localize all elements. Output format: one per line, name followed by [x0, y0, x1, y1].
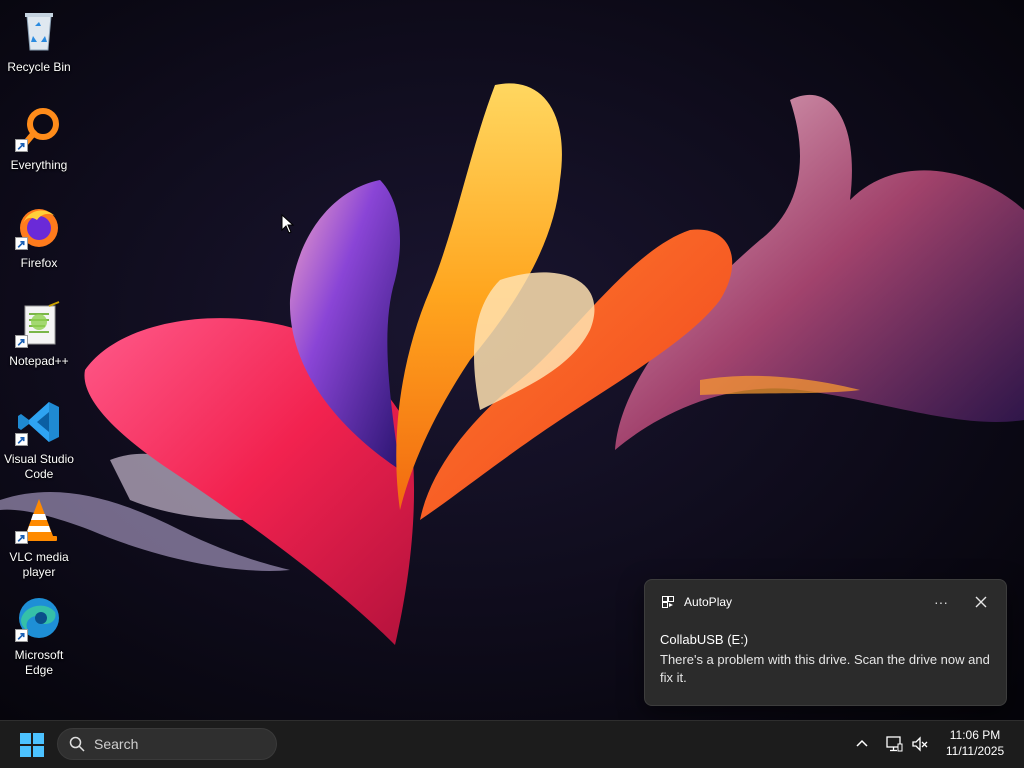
firefox-icon [15, 202, 63, 250]
desktop-icon-label: Microsoft Edge [14, 648, 64, 677]
network-tray-button[interactable] [883, 733, 905, 755]
desktop-icon-recycle-bin[interactable]: Recycle Bin [3, 2, 75, 94]
shortcut-arrow-icon [15, 237, 28, 250]
desktop-icon-firefox[interactable]: Firefox [3, 198, 75, 290]
more-options-button[interactable]: ··· [933, 592, 949, 612]
close-icon[interactable] [971, 592, 991, 612]
desktop-icon-label: Recycle Bin [7, 60, 71, 74]
desktop-icon-label: VLC media player [9, 550, 69, 579]
edge-icon [15, 594, 63, 642]
chevron-up-icon [856, 739, 868, 747]
desktop-icon-label: Visual Studio Code [4, 452, 74, 481]
taskbar-search-box[interactable]: Search [57, 728, 277, 760]
desktop-icon-label: Firefox [20, 256, 58, 270]
speaker-muted-icon [912, 736, 928, 752]
autoplay-icon [662, 596, 674, 608]
shortcut-arrow-icon [15, 531, 28, 544]
system-clock[interactable]: 11:06 PM 11/11/2025 [936, 727, 1014, 759]
notification-body: There's a problem with this drive. Scan … [660, 652, 990, 685]
notification-app-name: AutoPlay [684, 595, 733, 609]
show-hidden-icons-button[interactable] [851, 733, 873, 755]
shortcut-arrow-icon [15, 433, 28, 446]
notification-header: AutoPlay [662, 595, 732, 609]
notepad-plus-plus-icon [15, 300, 63, 348]
desktop-icon-everything[interactable]: Everything [3, 100, 75, 192]
everything-search-icon [15, 104, 63, 152]
vlc-icon [15, 496, 63, 544]
clock-time: 11:06 PM [949, 728, 1001, 742]
volume-tray-button[interactable] [909, 733, 931, 755]
taskbar: Search 11:06 PM 11/11/2025 [0, 720, 1024, 768]
desktop-icon-label: Everything [10, 158, 68, 172]
autoplay-notification[interactable]: AutoPlay ··· CollabUSB (E:) There's a pr… [644, 579, 1007, 706]
desktop-icon-edge[interactable]: Microsoft Edge [3, 590, 75, 682]
start-button[interactable] [14, 731, 50, 759]
network-icon [886, 736, 903, 752]
search-icon [69, 736, 85, 752]
search-placeholder: Search [94, 736, 139, 752]
clock-date: 11/11/2025 [945, 744, 1005, 758]
windows-logo-icon [20, 733, 44, 757]
recycle-bin-icon [15, 6, 63, 54]
shortcut-arrow-icon [15, 335, 28, 348]
mouse-cursor-icon [281, 214, 295, 234]
notification-title: CollabUSB (E:) [660, 632, 749, 647]
desktop-icon-label: Notepad++ [9, 354, 69, 368]
desktop-icon-vlc[interactable]: VLC media player [3, 492, 75, 584]
shortcut-arrow-icon [15, 139, 28, 152]
shortcut-arrow-icon [15, 629, 28, 642]
vscode-icon [15, 398, 63, 446]
desktop-icon-vscode[interactable]: Visual Studio Code [3, 394, 75, 486]
desktop-icon-notepad-plus-plus[interactable]: Notepad++ [3, 296, 75, 388]
